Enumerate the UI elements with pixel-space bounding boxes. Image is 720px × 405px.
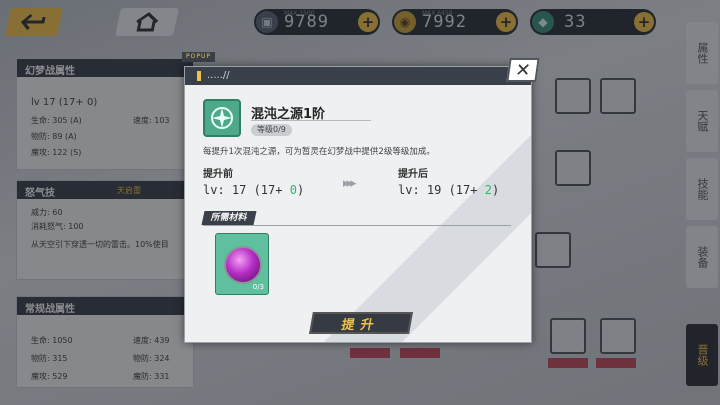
upgrade-button[interactable]: 提升 (309, 312, 413, 334)
title-divider (251, 120, 371, 121)
purple-gem-icon (224, 246, 262, 284)
materials-header: 所需材料 (201, 211, 257, 225)
before-level-text: lv: 17 (17+ (203, 183, 290, 197)
header-accent (197, 71, 201, 81)
after-bonus: 2 (484, 183, 492, 197)
level-badge: 等级0/9 (251, 124, 292, 136)
materials-divider (203, 225, 511, 226)
after-level: lv: 19 (17+ 2) (398, 183, 500, 197)
close-button[interactable]: ✕ (506, 58, 540, 82)
popup-header: .....// (185, 67, 531, 85)
close-icon: ✕ (513, 59, 533, 81)
arrow-icon: ▸▸▸ (343, 176, 356, 191)
popup-header-text: .....// (207, 70, 230, 81)
after-level-text: lv: 19 (17+ (398, 183, 485, 197)
popup-tag: POPUP (182, 52, 215, 62)
before-bonus: 0 (289, 183, 297, 197)
before-label: 提升前 (203, 169, 233, 180)
chaos-source-icon (203, 99, 241, 137)
material-item[interactable]: 0/3 (215, 233, 269, 295)
upgrade-popup: .....// 混沌之源1阶 等级0/9 每提升1次混沌之源，可为暂灵在幻梦战中… (184, 66, 532, 343)
before-level: lv: 17 (17+ 0) (203, 183, 305, 197)
material-count: 0/3 (252, 283, 264, 291)
skill-description: 每提升1次混沌之源，可为暂灵在幻梦战中提供2级等级加成。 (203, 147, 435, 157)
after-label: 提升后 (398, 169, 428, 180)
